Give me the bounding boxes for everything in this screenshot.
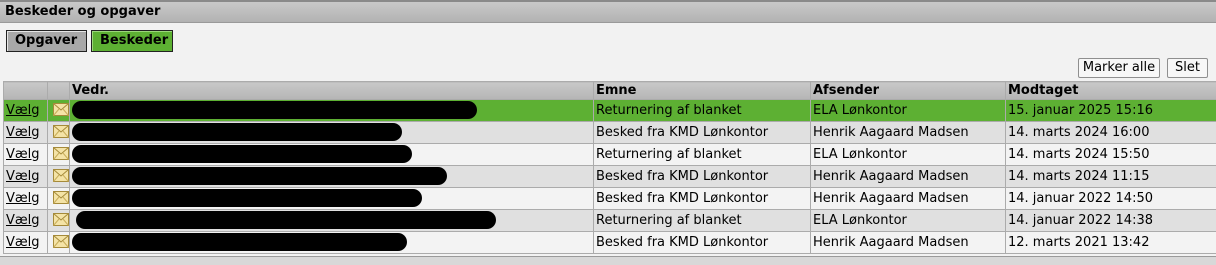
vedr-cell	[70, 144, 594, 166]
table-header-row: Vedr. Emne Afsender Modtaget	[4, 82, 1216, 100]
icon-cell	[48, 166, 70, 188]
modtaget-cell: 14. marts 2024 11:15	[1006, 166, 1216, 188]
afsender-cell: Henrik Aagaard Madsen	[811, 188, 1006, 210]
select-link[interactable]: Vælg	[6, 191, 40, 206]
envelope-icon[interactable]	[53, 191, 69, 204]
select-cell: Vælg	[4, 144, 48, 166]
column-header-afsender[interactable]: Afsender	[811, 82, 1006, 100]
select-link[interactable]: Vælg	[6, 147, 40, 162]
table-row[interactable]: Vælg Besked fra KMD LønkontorHenrik Aagaa…	[4, 188, 1216, 210]
column-header-icon	[48, 82, 70, 100]
select-cell: Vælg	[4, 166, 48, 188]
redacted-text	[72, 101, 477, 119]
afsender-cell: Henrik Aagaard Madsen	[811, 122, 1006, 144]
redacted-text	[72, 123, 402, 141]
tab-beskeder[interactable]: Beskeder	[91, 30, 173, 52]
vedr-cell	[70, 210, 594, 232]
afsender-cell: Henrik Aagaard Madsen	[811, 232, 1006, 254]
modtaget-cell: 12. marts 2021 13:42	[1006, 232, 1216, 254]
table-row[interactable]: Vælg Besked fra KMD LønkontorHenrik Aagaa…	[4, 166, 1216, 188]
table-row[interactable]: Vælg Returnering af blanketELA Lønkontor1…	[4, 210, 1216, 232]
icon-cell	[48, 188, 70, 210]
emne-cell: Returnering af blanket	[594, 210, 811, 232]
column-header-vedr[interactable]: Vedr.	[70, 82, 594, 100]
select-cell: Vælg	[4, 188, 48, 210]
emne-cell: Besked fra KMD Lønkontor	[594, 166, 811, 188]
select-cell: Vælg	[4, 100, 48, 122]
emne-cell: Besked fra KMD Lønkontor	[594, 232, 811, 254]
table-row[interactable]: Vælg Besked fra KMD LønkontorHenrik Aagaa…	[4, 232, 1216, 254]
envelope-icon[interactable]	[53, 235, 69, 248]
select-link[interactable]: Vælg	[6, 125, 40, 140]
afsender-cell: ELA Lønkontor	[811, 100, 1006, 122]
envelope-icon[interactable]	[53, 147, 69, 160]
redacted-text	[72, 233, 407, 251]
select-link[interactable]: Vælg	[6, 103, 40, 118]
icon-cell	[48, 210, 70, 232]
redacted-text	[72, 145, 412, 163]
modtaget-cell: 14. januar 2022 14:50	[1006, 188, 1216, 210]
select-cell: Vælg	[4, 122, 48, 144]
window-title: Beskeder og opgaver	[5, 4, 160, 19]
afsender-cell: ELA Lønkontor	[811, 144, 1006, 166]
table-row[interactable]: Vælg Returnering af blanketELA Lønkontor1…	[4, 100, 1216, 122]
column-header-emne[interactable]: Emne	[594, 82, 811, 100]
tab-opgaver[interactable]: Opgaver	[6, 30, 87, 52]
icon-cell	[48, 232, 70, 254]
redacted-text	[72, 167, 447, 185]
table-row[interactable]: Vælg Besked fra KMD LønkontorHenrik Aagaa…	[4, 122, 1216, 144]
vedr-cell	[70, 100, 594, 122]
select-link[interactable]: Vælg	[6, 235, 40, 250]
envelope-icon[interactable]	[53, 169, 69, 182]
vedr-cell	[70, 122, 594, 144]
icon-cell	[48, 144, 70, 166]
select-link[interactable]: Vælg	[6, 169, 40, 184]
modtaget-cell: 14. marts 2024 16:00	[1006, 122, 1216, 144]
vedr-cell	[70, 232, 594, 254]
window-titlebar: Beskeder og opgaver	[0, 0, 1216, 23]
modtaget-cell: 14. marts 2024 15:50	[1006, 144, 1216, 166]
vedr-cell	[70, 188, 594, 210]
icon-cell	[48, 100, 70, 122]
envelope-icon[interactable]	[53, 213, 69, 226]
redacted-text	[76, 211, 496, 229]
icon-cell	[48, 122, 70, 144]
delete-button[interactable]: Slet	[1167, 58, 1208, 78]
modtaget-cell: 15. januar 2025 15:16	[1006, 100, 1216, 122]
select-cell: Vælg	[4, 210, 48, 232]
emne-cell: Returnering af blanket	[594, 144, 811, 166]
column-header-modtaget[interactable]: Modtaget	[1006, 82, 1216, 100]
envelope-icon[interactable]	[53, 103, 69, 116]
select-link[interactable]: Vælg	[6, 213, 40, 228]
emne-cell: Besked fra KMD Lønkontor	[594, 188, 811, 210]
modtaget-cell: 14. januar 2022 14:38	[1006, 210, 1216, 232]
messages-table: Vedr. Emne Afsender Modtaget Vælg Returne…	[3, 81, 1216, 254]
vedr-cell	[70, 166, 594, 188]
emne-cell: Besked fra KMD Lønkontor	[594, 122, 811, 144]
column-header-select	[4, 82, 48, 100]
select-cell: Vælg	[4, 232, 48, 254]
emne-cell: Returnering af blanket	[594, 100, 811, 122]
mark-all-button[interactable]: Marker alle	[1078, 58, 1160, 78]
redacted-text	[72, 189, 422, 207]
afsender-cell: ELA Lønkontor	[811, 210, 1006, 232]
afsender-cell: Henrik Aagaard Madsen	[811, 166, 1006, 188]
table-row[interactable]: Vælg Returnering af blanketELA Lønkontor1…	[4, 144, 1216, 166]
envelope-icon[interactable]	[53, 125, 69, 138]
